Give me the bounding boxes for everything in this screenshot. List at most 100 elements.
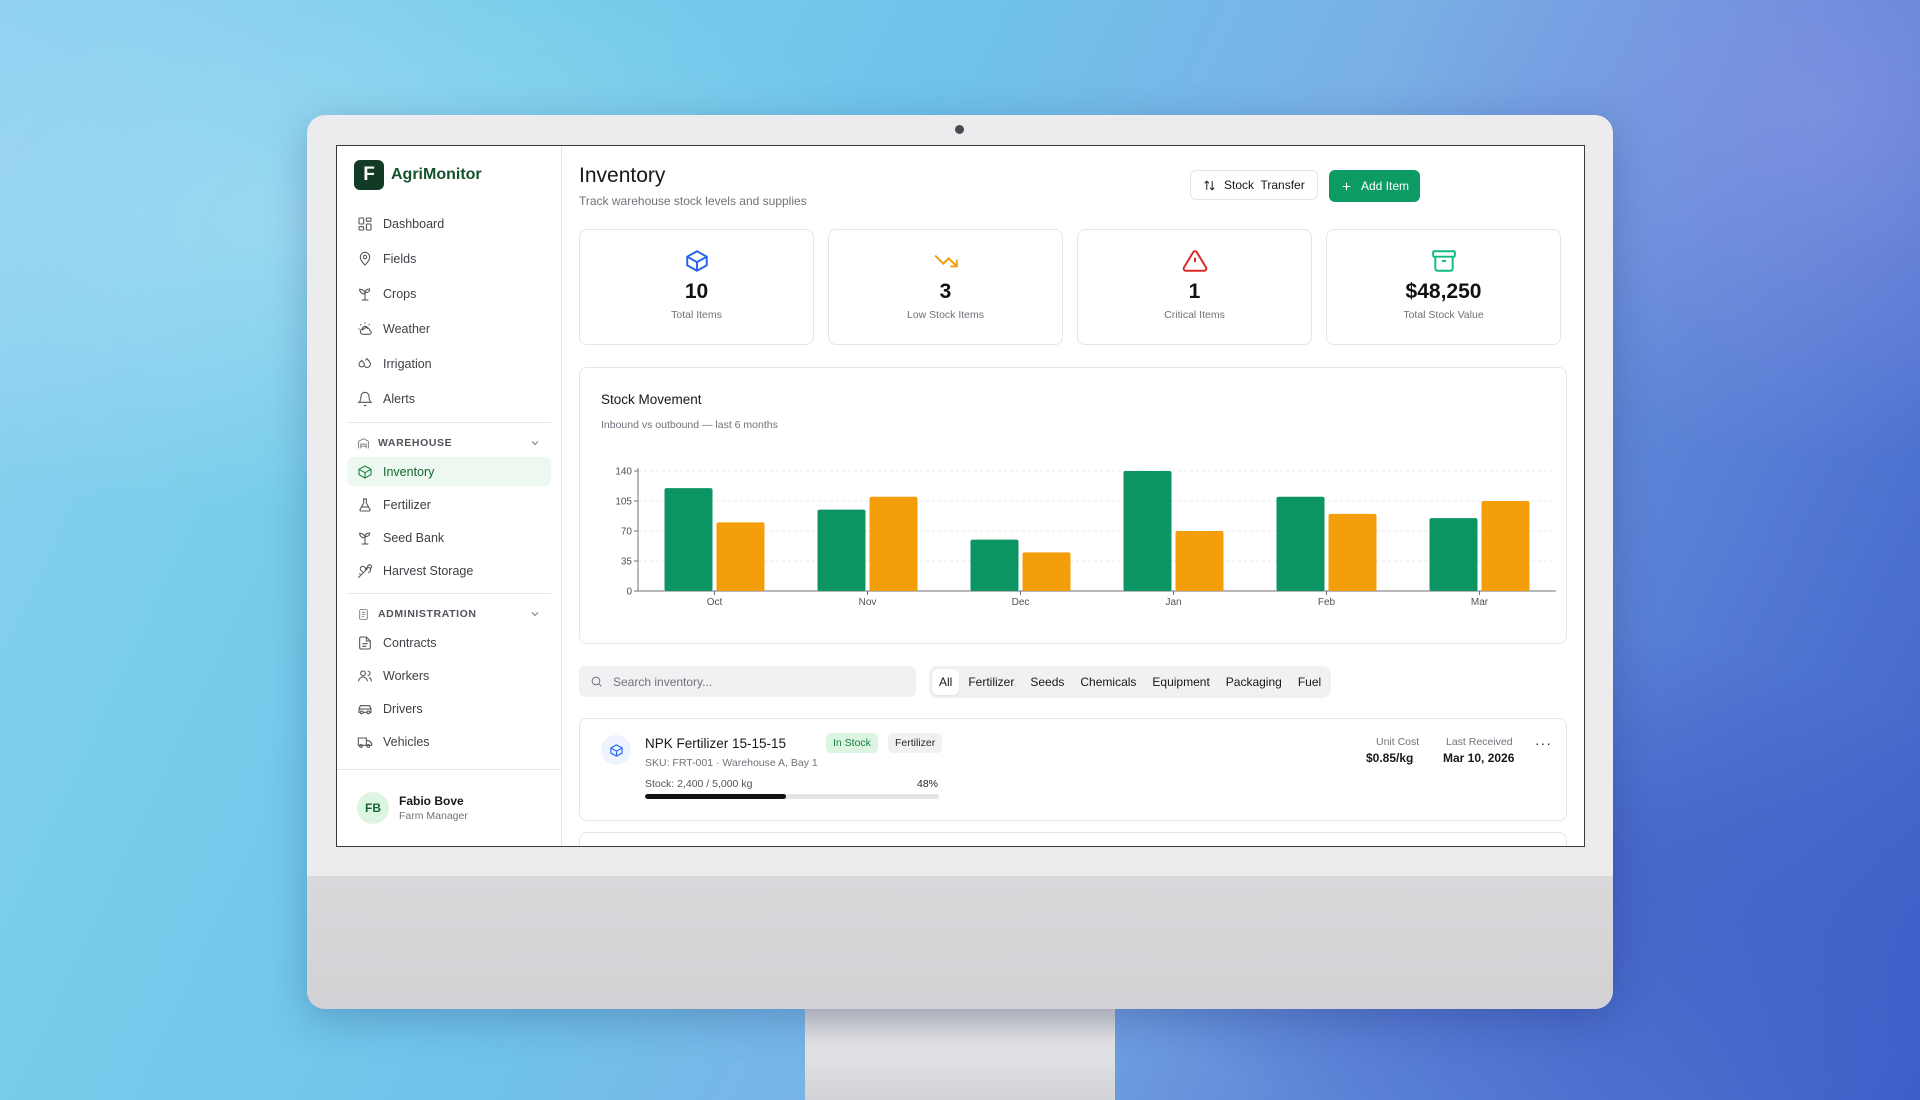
sidebar-nav: Dashboard Fields Crops Weather Irrigatio… xyxy=(347,208,551,760)
car-icon xyxy=(358,704,372,714)
sidebar-item-fields[interactable]: Fields xyxy=(347,243,551,274)
avatar: FB xyxy=(357,792,389,824)
bell-icon xyxy=(357,391,373,406)
search-input[interactable] xyxy=(611,673,895,690)
search-box[interactable] xyxy=(579,666,916,697)
bar-series-1-dec xyxy=(970,539,1019,591)
sidebar-item-label: Weather xyxy=(383,321,431,336)
sidebar-item-label: Drivers xyxy=(383,701,423,716)
clipboard-icon xyxy=(359,608,368,620)
y-tick-label: 140 xyxy=(615,467,632,478)
monitor-stand xyxy=(805,1005,1115,1100)
more-actions-button[interactable]: ··· xyxy=(1535,735,1552,751)
droplets-icon xyxy=(358,357,371,368)
bar-series-1-feb xyxy=(1276,496,1325,591)
sprout-icon xyxy=(359,531,371,545)
x-tick-label: Nov xyxy=(859,597,877,608)
item-icon-wrap xyxy=(601,735,631,765)
monitor-chin xyxy=(307,876,1613,1009)
sidebar-item-label: Dashboard xyxy=(383,216,445,231)
stat-card-critical: 1 Critical Items xyxy=(1077,229,1312,345)
inventory-item[interactable] xyxy=(579,832,1567,846)
filter-seeds[interactable]: Seeds xyxy=(1023,669,1071,695)
sidebar-item-irrigation[interactable]: Irrigation xyxy=(347,348,551,379)
x-tick-label: Mar xyxy=(1471,597,1489,608)
sidebar-item-inventory[interactable]: Inventory xyxy=(347,457,551,486)
sidebar-item-fertilizer[interactable]: Fertilizer xyxy=(347,490,551,519)
x-tick-label: Jan xyxy=(1165,597,1181,608)
map-pin-icon xyxy=(359,251,371,266)
stock-transfer-button[interactable]: Stock Transfer xyxy=(1190,170,1318,200)
bar-series-2-dec xyxy=(1022,552,1071,591)
sidebar-item-dashboard[interactable]: Dashboard xyxy=(347,208,551,239)
sidebar-item-vehicles[interactable]: Vehicles xyxy=(347,727,551,756)
unit-cost-label: Unit Cost xyxy=(1376,736,1420,748)
monitor: F AgriMonitor Dashboard Fields Crops Wea… xyxy=(307,115,1613,1009)
divider xyxy=(347,593,551,594)
inventory-item[interactable]: NPK Fertilizer 15-15-15 In Stock Fertili… xyxy=(579,718,1567,821)
sidebar-item-seed-bank[interactable]: Seed Bank xyxy=(347,523,551,552)
sidebar-item-drivers[interactable]: Drivers xyxy=(347,694,551,723)
stat-label: Total Stock Value xyxy=(1403,309,1484,321)
filter-chemicals[interactable]: Chemicals xyxy=(1073,669,1143,695)
filter-all[interactable]: All xyxy=(932,669,960,695)
filter-fuel[interactable]: Fuel xyxy=(1291,669,1328,695)
sidebar-item-label: Fertilizer xyxy=(383,497,431,512)
bar-series-1-jan xyxy=(1123,471,1172,591)
filter-fertilizer[interactable]: Fertilizer xyxy=(961,669,1021,695)
filter-packaging[interactable]: Packaging xyxy=(1219,669,1289,695)
sidebar-item-crops[interactable]: Crops xyxy=(347,278,551,309)
y-tick-label: 0 xyxy=(626,587,632,598)
section-title: WAREHOUSE xyxy=(378,437,453,449)
section-title: ADMINISTRATION xyxy=(378,608,477,620)
user-role: Farm Manager xyxy=(399,810,468,822)
sidebar: F AgriMonitor Dashboard Fields Crops Wea… xyxy=(337,146,562,846)
sidebar-item-label: Seed Bank xyxy=(383,530,445,545)
bar-series-1-mar xyxy=(1429,518,1478,591)
sidebar-item-label: Inventory xyxy=(383,464,435,479)
x-tick-label: Dec xyxy=(1012,597,1030,608)
sidebar-item-alerts[interactable]: Alerts xyxy=(347,383,551,414)
sidebar-item-label: Workers xyxy=(383,668,430,683)
search-icon xyxy=(591,676,602,687)
stat-card-total-value: $48,250 Total Stock Value xyxy=(1326,229,1561,345)
warehouse-icon xyxy=(358,437,369,448)
bar-series-1-oct xyxy=(664,488,713,591)
app-window: F AgriMonitor Dashboard Fields Crops Wea… xyxy=(336,145,1585,847)
sidebar-item-label: Vehicles xyxy=(383,734,430,749)
camera xyxy=(955,125,964,134)
box-icon xyxy=(609,743,623,757)
brand[interactable]: F AgriMonitor xyxy=(354,160,482,190)
sidebar-item-weather[interactable]: Weather xyxy=(347,313,551,344)
sidebar-item-label: Harvest Storage xyxy=(383,563,474,578)
add-item-button[interactable]: Add Item xyxy=(1329,170,1421,202)
page-title: Inventory xyxy=(579,164,666,187)
category-filter: All Fertilizer Seeds Chemicals Equipment… xyxy=(929,666,1332,698)
section-administration-toggle[interactable]: ADMINISTRATION xyxy=(347,604,551,624)
stat-card-low-stock: 3 Low Stock Items xyxy=(828,229,1063,345)
sidebar-item-contracts[interactable]: Contracts xyxy=(347,628,551,657)
file-icon xyxy=(359,635,371,650)
sidebar-item-label: Crops xyxy=(383,286,417,301)
sidebar-item-harvest-storage[interactable]: Harvest Storage xyxy=(347,556,551,585)
bar-series-2-jan xyxy=(1175,531,1224,591)
stock-progress-fill xyxy=(645,794,787,799)
user-info: Fabio Bove Farm Manager xyxy=(399,794,468,822)
stock-percent: 48% xyxy=(916,778,938,790)
stat-label: Critical Items xyxy=(1164,309,1225,321)
divider xyxy=(347,422,551,423)
unit-cost-value: $0.85/kg xyxy=(1366,751,1414,765)
sidebar-item-workers[interactable]: Workers xyxy=(347,661,551,690)
status-badge: In Stock xyxy=(826,733,878,753)
button-label: Stock Transfer xyxy=(1224,178,1305,192)
filter-equipment[interactable]: Equipment xyxy=(1145,669,1216,695)
bar-series-2-feb xyxy=(1328,513,1377,591)
brand-logo: F xyxy=(354,160,384,190)
section-warehouse-toggle[interactable]: WAREHOUSE xyxy=(347,433,551,453)
user-profile[interactable]: FB Fabio Bove Farm Manager xyxy=(337,769,561,846)
user-name: Fabio Bove xyxy=(399,794,464,808)
item-sku: SKU: FRT-001 · Warehouse A, Bay 1 xyxy=(645,757,818,769)
stat-value: 3 xyxy=(939,280,952,303)
weather-icon xyxy=(358,321,372,335)
sidebar-item-label: Alerts xyxy=(383,391,415,406)
